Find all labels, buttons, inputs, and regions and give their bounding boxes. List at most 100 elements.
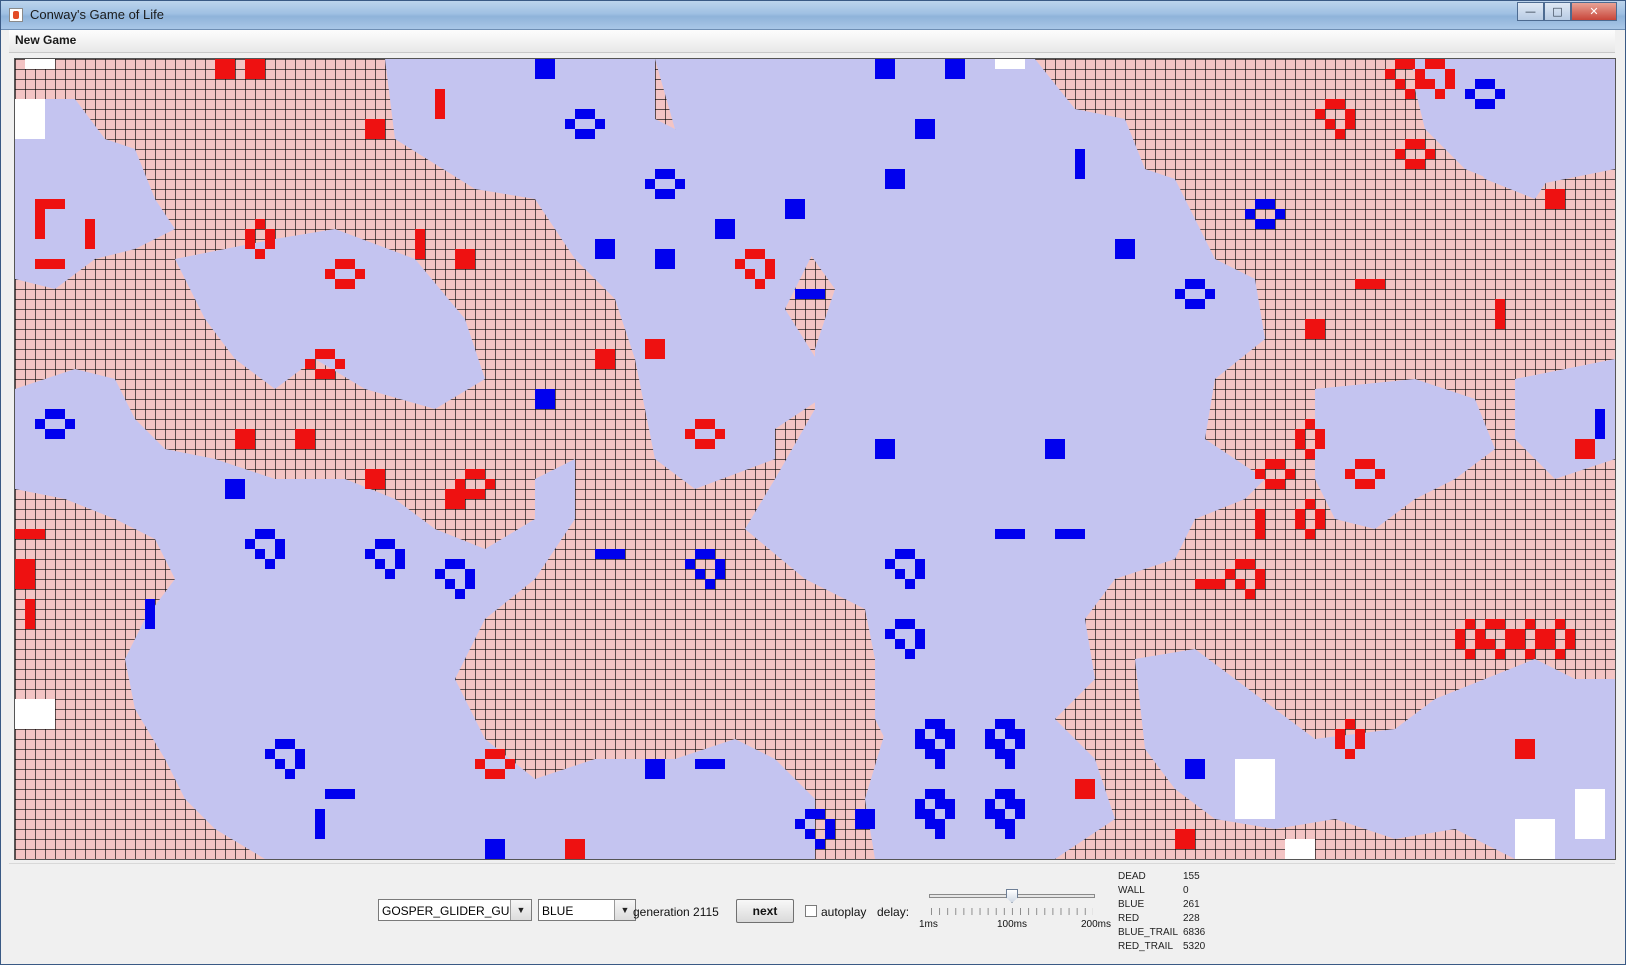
pattern-select[interactable]: GOSPER_GLIDER_GUN ▼ bbox=[378, 899, 532, 921]
live-cell bbox=[325, 269, 335, 279]
live-cell bbox=[335, 359, 345, 369]
generation-label: generation 2115 bbox=[633, 905, 719, 919]
autoplay-label[interactable]: autoplay bbox=[821, 905, 866, 919]
menu-bar: New Game bbox=[9, 30, 1615, 53]
live-cell bbox=[335, 789, 345, 799]
live-cell bbox=[245, 69, 255, 79]
chevron-down-icon[interactable]: ▼ bbox=[510, 900, 531, 920]
live-cell bbox=[25, 619, 35, 629]
live-cell bbox=[1395, 59, 1405, 69]
maximize-button[interactable]: □ bbox=[1544, 2, 1571, 21]
live-cell bbox=[945, 739, 955, 749]
live-cell bbox=[275, 539, 285, 549]
live-cell bbox=[225, 59, 235, 69]
live-cell bbox=[235, 479, 245, 489]
live-cell bbox=[945, 809, 955, 819]
next-button[interactable]: next bbox=[736, 899, 794, 923]
board-canvas[interactable] bbox=[15, 59, 1615, 859]
live-cell bbox=[1195, 769, 1205, 779]
live-cell bbox=[875, 439, 885, 449]
live-cell bbox=[435, 99, 445, 109]
live-cell bbox=[25, 559, 35, 569]
live-cell bbox=[575, 839, 585, 849]
team-select[interactable]: BLUE ▼ bbox=[538, 899, 636, 921]
delay-slider-ticks bbox=[931, 908, 1093, 915]
live-cell bbox=[85, 229, 95, 239]
live-cell bbox=[1555, 199, 1565, 209]
live-cell bbox=[1355, 739, 1365, 749]
live-cell bbox=[1335, 729, 1345, 739]
live-cell bbox=[1075, 169, 1085, 179]
live-cell bbox=[325, 789, 335, 799]
delay-tick-min: 1ms bbox=[919, 919, 938, 930]
game-board[interactable] bbox=[14, 58, 1616, 860]
live-cell bbox=[1075, 159, 1085, 169]
live-cell bbox=[595, 249, 605, 259]
live-cell bbox=[1275, 479, 1285, 489]
live-cell bbox=[1515, 739, 1525, 749]
live-cell bbox=[455, 589, 465, 599]
live-cell bbox=[995, 719, 1005, 729]
stat-row-red-trail: RED_TRAIL 5320 bbox=[1118, 941, 1228, 955]
live-cell bbox=[1325, 119, 1335, 129]
live-cell bbox=[255, 219, 265, 229]
cell-stats: DEAD 155 WALL 0 BLUE 261 RED 228 BLUE_TR… bbox=[1118, 871, 1228, 955]
live-cell bbox=[35, 199, 45, 209]
autoplay-checkbox[interactable] bbox=[805, 905, 817, 917]
close-button[interactable]: ✕ bbox=[1571, 2, 1617, 21]
title-bar[interactable]: Conway's Game of Life — □ ✕ bbox=[1, 1, 1625, 30]
live-cell bbox=[935, 789, 945, 799]
live-cell bbox=[1045, 439, 1055, 449]
delay-tick-max: 200ms bbox=[1081, 919, 1112, 930]
live-cell bbox=[1345, 469, 1355, 479]
minimize-button[interactable]: — bbox=[1517, 2, 1544, 21]
live-cell bbox=[1465, 649, 1475, 659]
live-cell bbox=[605, 349, 615, 359]
live-cell bbox=[915, 629, 925, 639]
live-cell bbox=[1315, 439, 1325, 449]
live-cell bbox=[1545, 199, 1555, 209]
live-cell bbox=[1545, 639, 1555, 649]
live-cell bbox=[935, 759, 945, 769]
live-cell bbox=[25, 569, 35, 579]
live-cell bbox=[365, 129, 375, 139]
live-cell bbox=[345, 279, 355, 289]
live-cell bbox=[815, 839, 825, 849]
live-cell bbox=[535, 399, 545, 409]
live-cell bbox=[1295, 429, 1305, 439]
live-cell bbox=[805, 809, 815, 819]
live-cell bbox=[535, 389, 545, 399]
live-cell bbox=[1395, 149, 1405, 159]
live-cell bbox=[1305, 449, 1315, 459]
live-cell bbox=[1495, 89, 1505, 99]
stat-name: RED_TRAIL bbox=[1118, 941, 1174, 952]
live-cell bbox=[1005, 819, 1015, 829]
live-cell bbox=[445, 559, 455, 569]
live-cell bbox=[325, 349, 335, 359]
dead-cell bbox=[15, 99, 45, 139]
live-cell bbox=[1175, 829, 1185, 839]
live-cell bbox=[895, 619, 905, 629]
dead-cell bbox=[1575, 789, 1605, 839]
live-cell bbox=[415, 249, 425, 259]
live-cell bbox=[905, 579, 915, 589]
live-cell bbox=[865, 809, 875, 819]
live-cell bbox=[565, 119, 575, 129]
stat-value: 5320 bbox=[1183, 941, 1206, 952]
live-cell bbox=[1355, 459, 1365, 469]
live-cell bbox=[475, 469, 485, 479]
live-cell bbox=[475, 489, 485, 499]
live-cell bbox=[455, 479, 465, 489]
stat-value: 155 bbox=[1183, 871, 1200, 882]
live-cell bbox=[885, 179, 895, 189]
live-cell bbox=[275, 759, 285, 769]
live-cell bbox=[265, 229, 275, 239]
live-cell bbox=[1115, 249, 1125, 259]
live-cell bbox=[1075, 529, 1085, 539]
delay-label: delay: bbox=[877, 905, 910, 919]
live-cell bbox=[455, 499, 465, 509]
live-cell bbox=[1305, 499, 1315, 509]
menu-new-game[interactable]: New Game bbox=[15, 33, 76, 47]
live-cell bbox=[65, 419, 75, 429]
chevron-down-icon[interactable]: ▼ bbox=[614, 900, 635, 920]
